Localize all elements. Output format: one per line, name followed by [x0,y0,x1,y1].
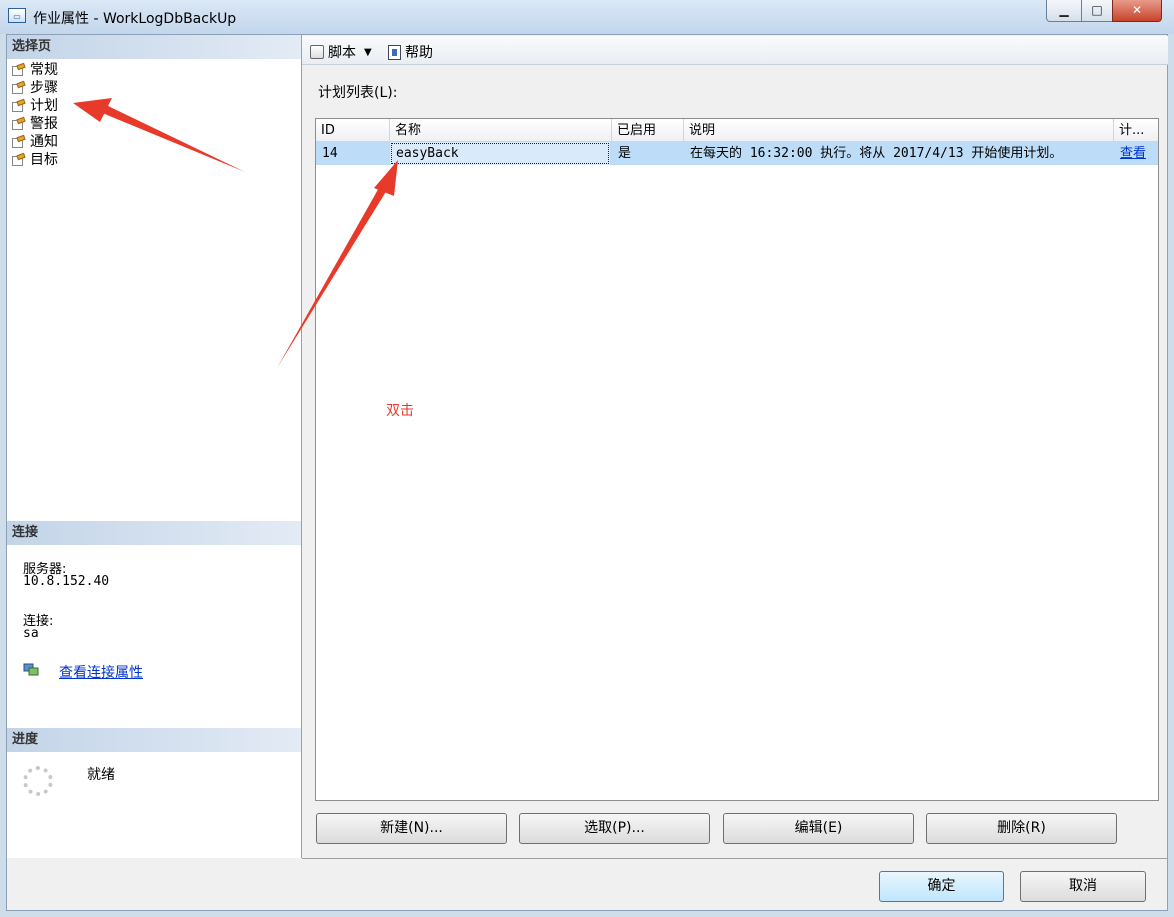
pick-schedule-button[interactable]: 选取(P)... [519,813,710,844]
cell-name[interactable]: easyBack [390,142,610,165]
footer-divider [302,858,1168,859]
page-icon [12,82,26,95]
connection-header: 连接 [7,521,301,545]
sidebar-item-label: 警报 [30,116,58,132]
ok-button[interactable]: 确定 [879,871,1004,902]
sidebar-item-alerts[interactable]: 警报 [12,115,58,133]
progress-status: 就绪 [87,767,115,783]
help-button[interactable]: 帮助 [388,42,433,62]
column-header-name[interactable]: 名称 [390,119,612,141]
connection-value: sa [23,626,39,641]
schedule-list-label: 计划列表(L): [318,85,398,101]
sidebar-item-label: 常规 [30,62,58,78]
sidebar-item-label: 步骤 [30,80,58,96]
help-icon [388,44,401,60]
script-icon [310,45,324,59]
page-icon [12,64,26,77]
help-label: 帮助 [405,45,433,61]
sidebar-item-label: 目标 [30,152,58,168]
sidebar-item-label: 计划 [30,98,58,114]
select-page-header: 选择页 [7,35,301,59]
schedule-grid[interactable]: ID 名称 已启用 说明 计... 14 easyBack 是 在每天的 16:… [315,118,1159,801]
view-jobs-link[interactable]: 查看 [1114,142,1158,165]
connection-properties-icon [23,663,39,676]
page-icon [12,136,26,149]
window-title: 作业属性 - WorkLogDbBackUp [33,11,237,27]
column-header-description[interactable]: 说明 [684,119,1114,141]
page-icon [12,118,26,131]
sidebar-item-schedules[interactable]: 计划 [12,97,58,115]
toolbar: 脚本 ▼ 帮助 [302,36,1168,65]
sidebar-item-general[interactable]: 常规 [12,61,58,79]
server-value: 10.8.152.40 [23,574,110,589]
cell-id: 14 [322,146,338,161]
minimize-button[interactable]: ▁ [1046,0,1082,22]
sidebar-item-notifications[interactable]: 通知 [12,133,58,151]
sidebar-item-targets[interactable]: 目标 [12,151,58,169]
cell-enabled: 是 [618,146,632,161]
script-label: 脚本 [328,45,356,61]
edit-schedule-button[interactable]: 编辑(E) [723,813,914,844]
delete-schedule-button[interactable]: 删除(R) [926,813,1117,844]
job-properties-icon: ▭ [8,8,26,23]
column-header-jobs[interactable]: 计... [1114,119,1158,141]
column-header-id[interactable]: ID [316,119,390,141]
script-button[interactable]: 脚本 ▼ [310,42,372,62]
title-bar: ▭ 作业属性 - WorkLogDbBackUp ▁ □ ✕ [0,0,1174,34]
table-row[interactable]: 14 easyBack 是 在每天的 16:32:00 执行。将从 2017/4… [316,142,1158,165]
page-icon [12,154,26,167]
page-icon [12,100,26,113]
column-header-enabled[interactable]: 已启用 [612,119,684,141]
sidebar-item-steps[interactable]: 步骤 [12,79,58,97]
cancel-button[interactable]: 取消 [1020,871,1146,902]
view-connection-properties-link[interactable]: 查看连接属性 [59,662,143,682]
new-schedule-button[interactable]: 新建(N)... [316,813,507,844]
cell-description: 在每天的 16:32:00 执行。将从 2017/4/13 开始使用计划。 [690,146,1063,161]
double-click-annotation: 双击 [386,403,414,419]
maximize-button[interactable]: □ [1081,0,1113,22]
chevron-down-icon[interactable]: ▼ [364,47,372,58]
close-button[interactable]: ✕ [1112,0,1162,22]
left-panel: 选择页 常规 步骤 计划 警报 通知 目标 连接 服务器: 10.8.152.4… [7,35,302,858]
progress-spinner-icon [23,766,53,796]
grid-header: ID 名称 已启用 说明 计... [316,119,1158,142]
sidebar-item-label: 通知 [30,134,58,150]
progress-header: 进度 [7,728,301,752]
